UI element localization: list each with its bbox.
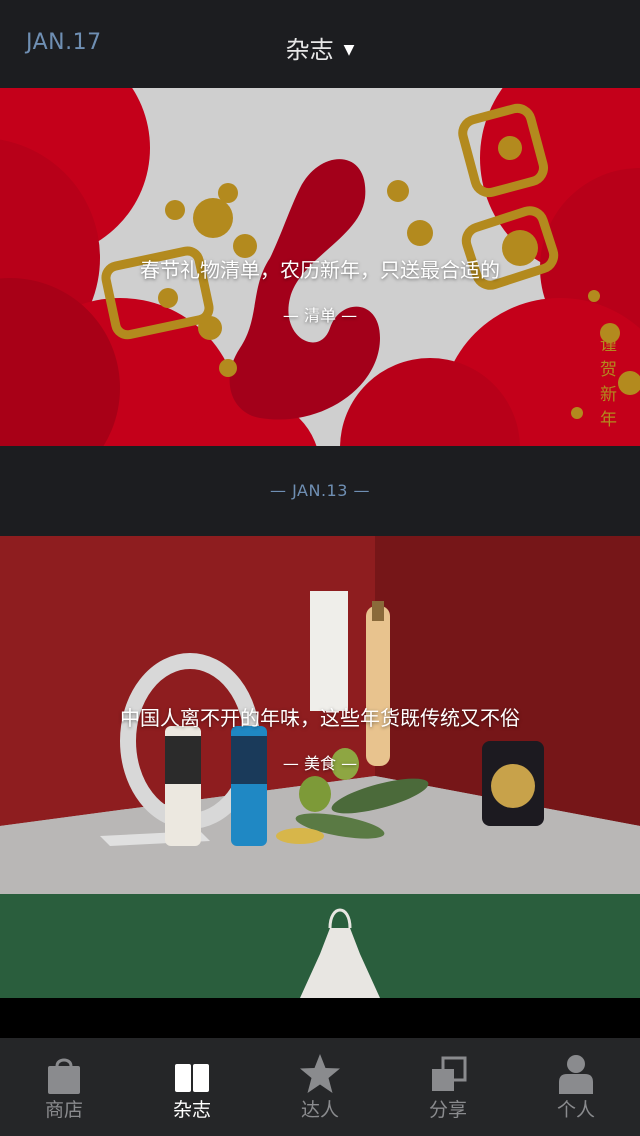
side-text-1: 谨: [600, 335, 617, 355]
book-icon: [175, 1064, 209, 1092]
tab-label: 分享: [428, 1099, 467, 1121]
tab-label: 达人: [300, 1099, 339, 1121]
article-card-partial[interactable]: [0, 894, 640, 998]
article-card-new-year-food[interactable]: 中国人离不开的年味，这些年货既传统又不俗 — 美食 —: [0, 536, 640, 894]
tab-label: 个人: [556, 1099, 595, 1121]
tab-magazine[interactable]: 杂志: [128, 1038, 256, 1136]
card-category: — 美食 —: [282, 754, 358, 773]
card-category: — 清单 —: [282, 306, 358, 325]
caret-down-icon: ▼: [343, 42, 355, 58]
side-text-3: 新: [600, 385, 617, 405]
share-squares-icon: [432, 1056, 467, 1091]
person-icon: [559, 1055, 593, 1094]
tab-profile[interactable]: 个人: [512, 1038, 640, 1136]
article-card-gift-list[interactable]: 谨 贺 新 年 春节礼物清单，农历新年，只送最合适的 — 清单 —: [0, 88, 640, 446]
tab-shop[interactable]: 商店: [0, 1038, 128, 1136]
tab-label: 杂志: [172, 1099, 211, 1121]
shopping-bag-icon: [48, 1058, 80, 1094]
top-bar: JAN.17 杂志 ▼: [0, 0, 640, 88]
magazine-dropdown[interactable]: 杂志 ▼: [0, 30, 640, 65]
date-separator: — JAN.13 —: [0, 446, 640, 536]
bottom-tab-bar: 商店 杂志 达人 分享 个人: [0, 1038, 640, 1136]
card-title: 春节礼物清单，农历新年，只送最合适的: [140, 258, 500, 282]
content-bottom-gap: [0, 998, 640, 1038]
tab-share[interactable]: 分享: [384, 1038, 512, 1136]
card-image-apron: [0, 894, 640, 998]
header-title: 杂志: [285, 36, 334, 64]
side-text-4: 年: [600, 410, 617, 430]
tab-label: 商店: [44, 1099, 83, 1121]
card-title: 中国人离不开的年味，这些年货既传统又不俗: [120, 706, 520, 730]
star-icon: [300, 1054, 340, 1093]
tab-experts[interactable]: 达人: [256, 1038, 384, 1136]
side-text-2: 贺: [600, 360, 617, 380]
